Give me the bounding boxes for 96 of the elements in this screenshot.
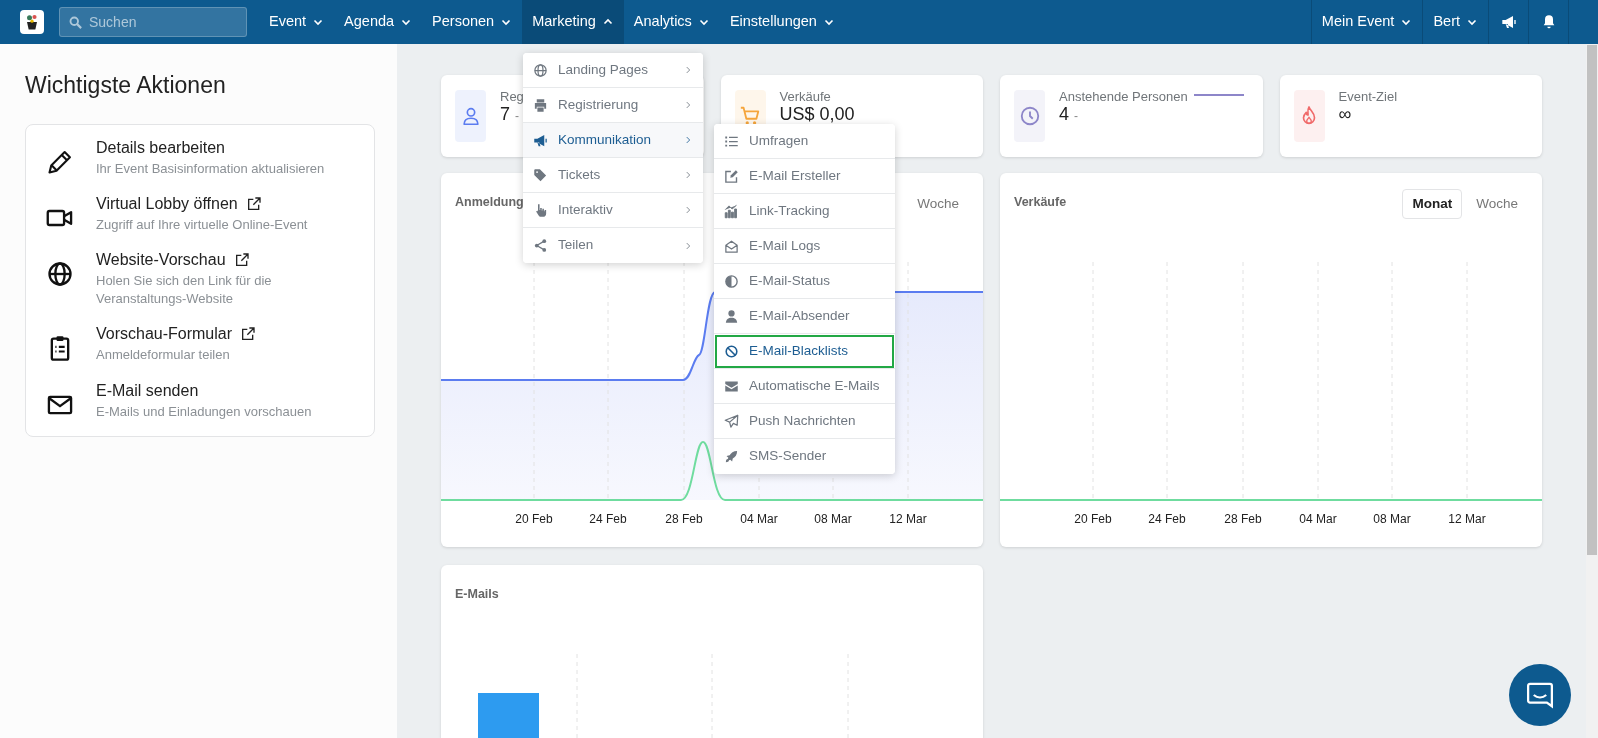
axis-label: 04 Mar xyxy=(740,512,778,526)
stat-label: Anstehende Personen xyxy=(1059,89,1188,105)
menu-item[interactable]: Umfragen xyxy=(714,124,895,159)
axis-label: 28 Feb xyxy=(1224,512,1262,526)
menu-item[interactable]: E-Mail-Status xyxy=(714,264,895,299)
action-item[interactable]: Website-Vorschau Holen Sie sich den Link für die Veranstaltungs-Website xyxy=(26,242,374,318)
chart-title: Anmeldung xyxy=(455,194,524,211)
action-description: Anmeldeformular teilen xyxy=(96,346,231,365)
stat-value: ∞ xyxy=(1338,105,1352,123)
megaphone-icon xyxy=(1500,14,1517,30)
axis-label: 08 Mar xyxy=(1373,512,1411,526)
envelope-icon xyxy=(724,238,739,254)
axis-label: 20 Feb xyxy=(1074,512,1112,526)
ban-icon xyxy=(724,343,739,359)
logo-icon[interactable] xyxy=(20,10,44,34)
chevron-right-icon xyxy=(683,170,693,180)
chevron-right-icon xyxy=(683,205,693,215)
axis-label: 28 Feb xyxy=(665,512,703,526)
chevron-right-icon xyxy=(683,65,693,75)
trend-text: - xyxy=(1074,108,1078,125)
printer-icon xyxy=(533,97,548,113)
axis-label: 20 Feb xyxy=(515,512,553,526)
axis-label: 24 Feb xyxy=(589,512,627,526)
menu-item[interactable]: E-Mail-Blacklists xyxy=(714,334,895,369)
menu-item[interactable]: E-Mail-Absender xyxy=(714,299,895,334)
chart-title: E-Mails xyxy=(455,586,499,603)
trend-text: - xyxy=(515,108,519,125)
globe-icon xyxy=(46,259,74,288)
scrollbar[interactable] xyxy=(1586,44,1598,738)
action-item[interactable]: Details bearbeiten Ihr Event Basisinformation aktualisieren xyxy=(26,130,374,187)
chevron-right-icon xyxy=(683,240,693,251)
rocket-icon xyxy=(724,449,739,464)
action-item[interactable]: E-Mail senden E-Mails und Einladungen vorschauen xyxy=(26,373,374,430)
menu-item[interactable]: SMS-Sender xyxy=(714,439,895,474)
menu-item[interactable]: Kommunikation xyxy=(523,123,703,158)
stat-label: Verkäufe xyxy=(779,89,832,105)
stat-value: US$ 0,00 xyxy=(779,105,855,123)
menu-item[interactable]: Landing Pages xyxy=(523,53,703,88)
action-description: Zugriff auf Ihre virtuelle Online-Event xyxy=(96,215,309,234)
menu-item[interactable]: Automatische E-Mails xyxy=(714,369,895,404)
menu-item[interactable]: Interaktiv xyxy=(523,193,703,228)
nav-menu[interactable]: Marketing xyxy=(522,0,624,44)
action-item[interactable]: Virtual Lobby öffnen Zugriff auf Ihre virtuelle Online-Event xyxy=(26,186,374,243)
share-icon xyxy=(533,238,548,253)
nav-menu[interactable]: Personen xyxy=(422,0,523,44)
action-title: Details bearbeiten xyxy=(96,137,225,158)
stat-value: 4 xyxy=(1059,105,1069,123)
megaphone-icon xyxy=(533,132,548,148)
nav-menu[interactable]: Einstellungen xyxy=(719,0,845,44)
hand-icon xyxy=(533,202,548,218)
stat-value: 7 xyxy=(500,105,510,123)
menu-item[interactable]: Registrierung xyxy=(523,88,703,123)
nav-menu[interactable]: Bert xyxy=(1422,0,1488,44)
paper-plane-icon xyxy=(724,413,739,429)
stat-label: Event-Ziel xyxy=(1338,89,1398,105)
edit-icon xyxy=(724,168,739,184)
chevron-right-icon xyxy=(683,135,693,145)
stat-label: Reg xyxy=(500,89,524,105)
axis-label: 04 Mar xyxy=(1299,512,1337,526)
nav-menu[interactable]: Analytics xyxy=(623,0,720,44)
section-title: Wichtigste Aktionen xyxy=(25,72,227,100)
half-circle-icon xyxy=(724,273,739,289)
action-item[interactable]: Vorschau-Formular Anmeldeformular teilen xyxy=(26,317,374,374)
menu-item[interactable]: Link-Tracking xyxy=(714,194,895,229)
menu-item[interactable]: Tickets xyxy=(523,158,703,193)
globe-icon xyxy=(533,62,548,78)
chevron-right-icon xyxy=(683,100,693,110)
trend-line xyxy=(1194,94,1244,96)
menu-item[interactable]: E-Mail Ersteller xyxy=(714,159,895,194)
action-title: Vorschau-Formular xyxy=(96,324,233,345)
chat-icon xyxy=(1525,680,1555,710)
action-title: E-Mail senden xyxy=(96,380,199,401)
action-description: Holen Sie sich den Link für die Veranstaltungs-Website xyxy=(96,271,273,309)
period-tab[interactable]: Woche xyxy=(1466,189,1528,220)
action-description: E-Mails und Einladungen vorschauen xyxy=(96,402,313,421)
tag-icon xyxy=(533,167,548,183)
axis-label: 12 Mar xyxy=(889,512,927,526)
search-icon xyxy=(68,15,83,30)
action-title: Virtual Lobby öffnen xyxy=(96,193,238,214)
period-tab[interactable]: Woche xyxy=(907,189,969,220)
user-icon xyxy=(724,308,739,324)
nav-menu[interactable]: Agenda xyxy=(334,0,423,44)
nav-menu[interactable]: Mein Event xyxy=(1310,0,1423,44)
chart-bar xyxy=(478,693,539,738)
menu-item[interactable]: Push Nachrichten xyxy=(714,404,895,439)
menu-item[interactable]: Teilen xyxy=(523,228,703,263)
nav-menu[interactable]: Event xyxy=(259,0,335,44)
action-title: Website-Vorschau xyxy=(96,249,226,270)
chart-title: Verkäufe xyxy=(1014,194,1067,211)
bar-chart-icon xyxy=(724,203,739,219)
action-description: Ihr Event Basisinformation aktualisieren xyxy=(96,159,326,178)
menu-item[interactable]: E-Mail Logs xyxy=(714,229,895,264)
axis-label: 24 Feb xyxy=(1148,512,1186,526)
axis-label: 12 Mar xyxy=(1448,512,1486,526)
axis-label: 08 Mar xyxy=(814,512,852,526)
period-tab[interactable]: Monat xyxy=(1402,189,1463,220)
